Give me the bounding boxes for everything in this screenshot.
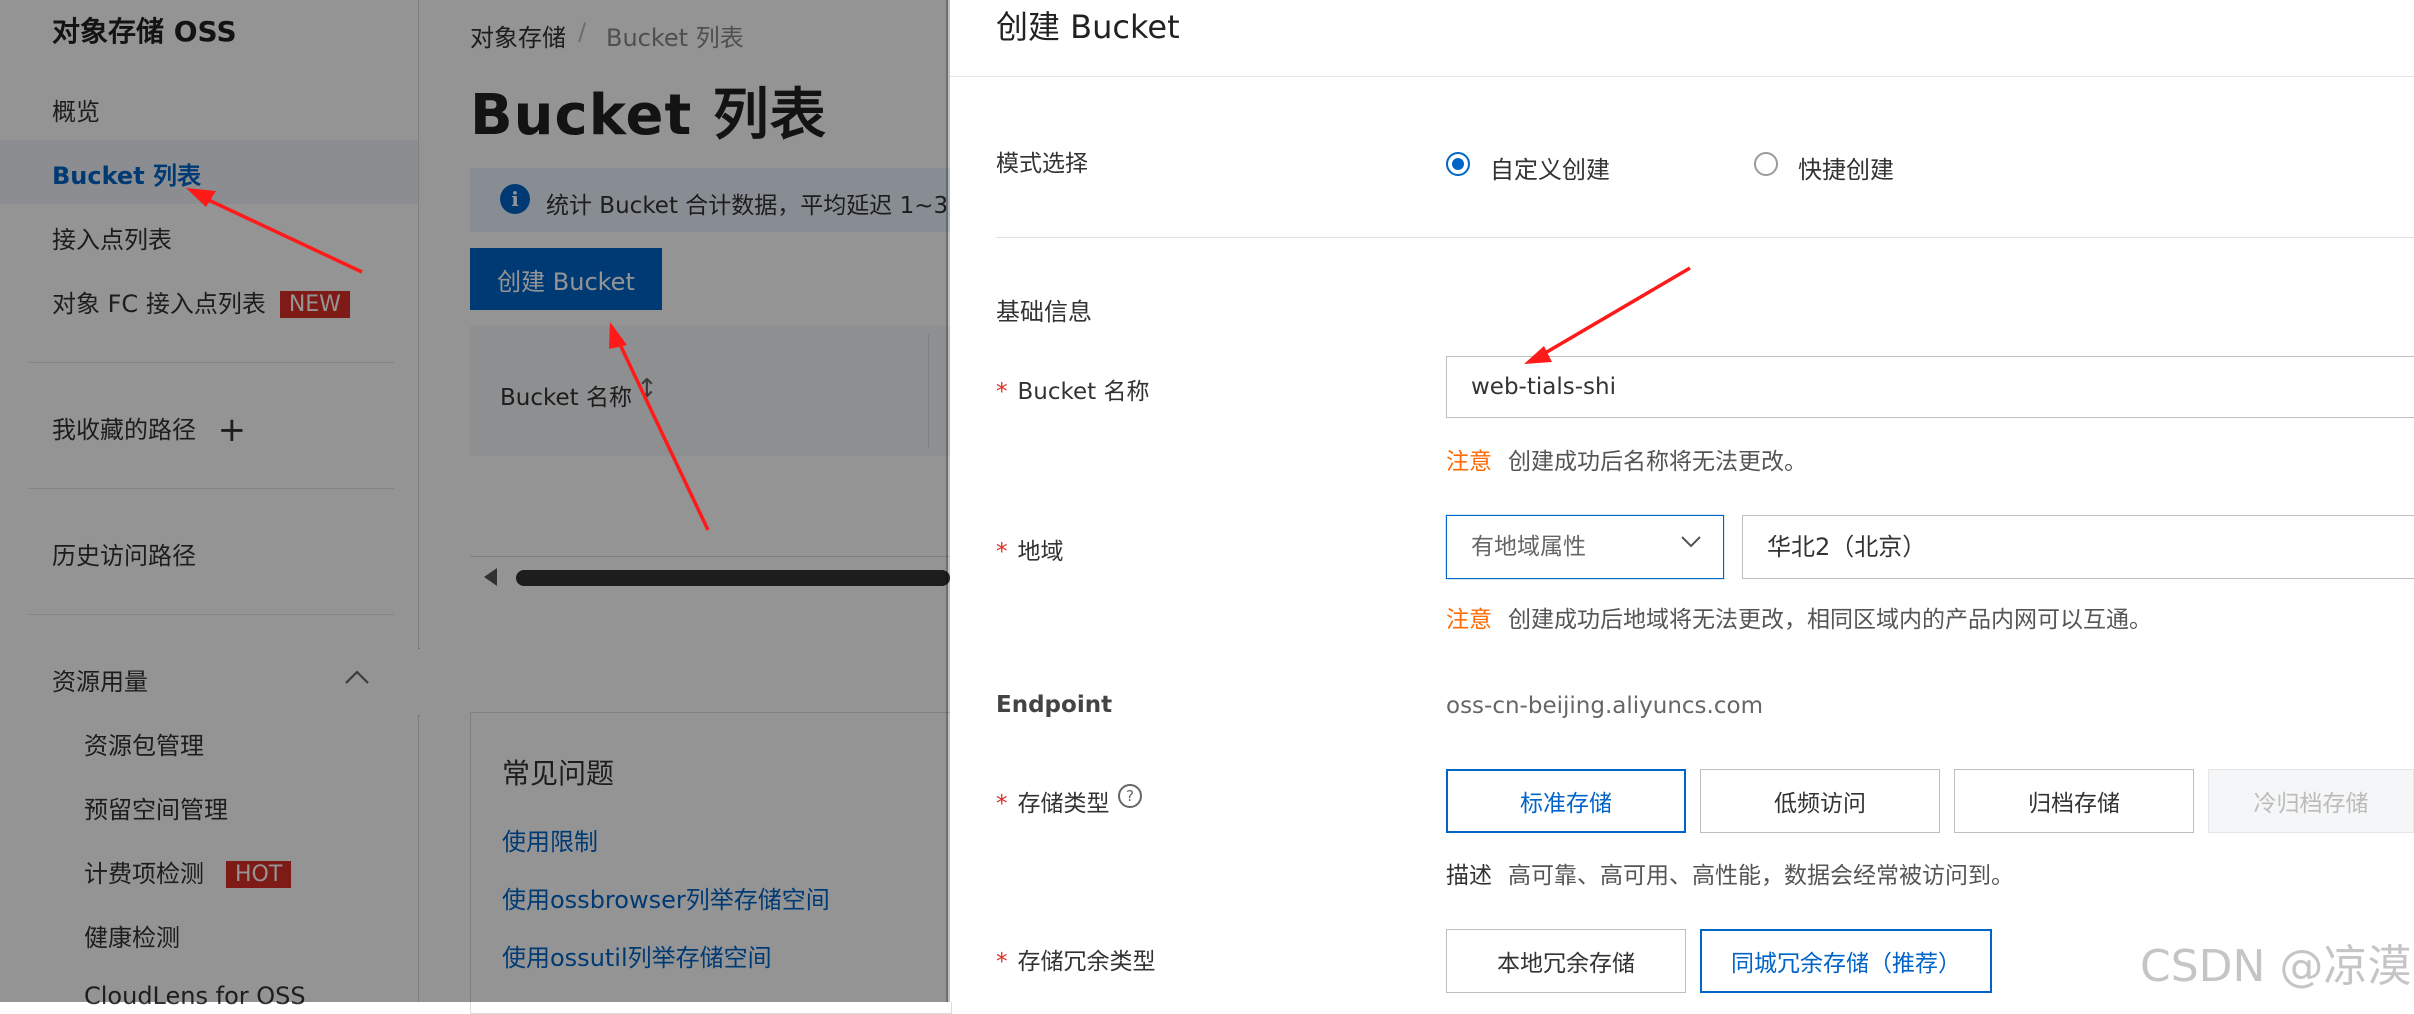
arrow-to-bucket-list xyxy=(199,194,363,274)
arrow-to-create-button xyxy=(614,335,710,531)
annotation-arrows xyxy=(186,188,1691,531)
arrow-to-name-input xyxy=(1539,266,1691,358)
arrow-head-icon xyxy=(1524,346,1552,364)
arrow-head-icon xyxy=(186,188,216,207)
arrow-head-icon xyxy=(609,322,627,349)
